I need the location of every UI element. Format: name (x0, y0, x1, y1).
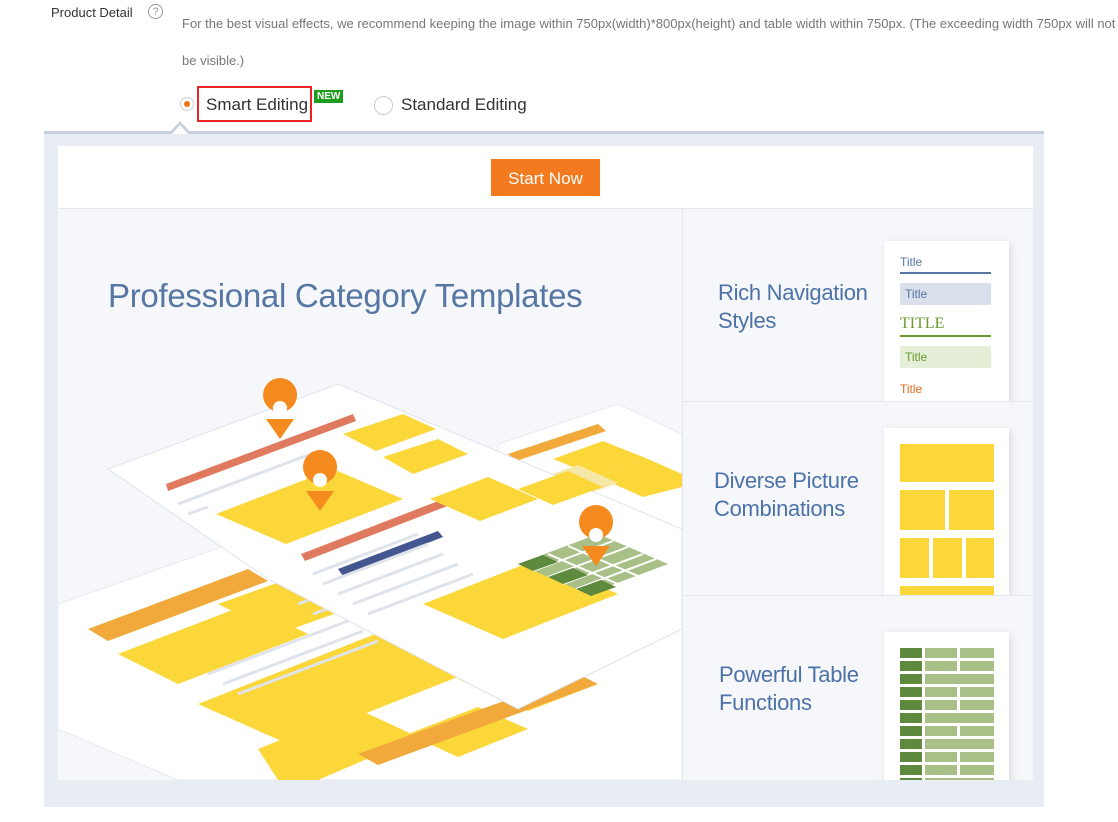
smart-editing-highlight (197, 86, 312, 122)
panel-pointer-inner (172, 125, 188, 134)
feature-picture-combinations: Diverse Picture Combinations (683, 402, 1033, 596)
nav-sample-3: TITLE (900, 315, 945, 332)
feature-title-line1: Diverse Picture (714, 468, 859, 493)
feature-title: Powerful Table Functions (719, 661, 859, 717)
picture-block (900, 586, 994, 595)
picture-block (900, 538, 929, 578)
start-now-button[interactable]: Start Now (491, 159, 600, 196)
picture-block (900, 444, 994, 482)
feature-navigation-styles: Rich Navigation Styles Title Title TITLE… (683, 209, 1033, 402)
picture-combinations-card (884, 428, 1009, 595)
picture-block (966, 538, 994, 578)
nav-sample-underline (900, 272, 991, 274)
category-templates-hero: Professional Category Templates (58, 209, 682, 780)
smart-editing-preview: Start Now Professional Category Template… (58, 146, 1033, 780)
navigation-styles-card: Title Title TITLE Title Title (884, 241, 1009, 401)
picture-block (949, 490, 994, 530)
feature-table-functions: Powerful Table Functions (683, 596, 1033, 780)
table-functions-card (884, 632, 1009, 780)
nav-sample-underline-green (900, 335, 991, 337)
feature-title-line2: Styles (718, 308, 777, 333)
new-badge: NEW (314, 90, 344, 103)
help-icon[interactable]: ? (148, 4, 163, 19)
smart-editing-radio[interactable] (180, 97, 194, 111)
feature-title-line2: Functions (719, 690, 812, 715)
templates-illustration (58, 378, 682, 780)
nav-sample-5: Title (900, 382, 923, 396)
picture-block (900, 490, 945, 530)
feature-title: Rich Navigation Styles (718, 279, 868, 335)
start-bar: Start Now (58, 146, 1033, 209)
nav-sample-2: Title (905, 287, 928, 301)
standard-editing-label[interactable]: Standard Editing (401, 95, 527, 115)
product-detail-label: Product Detail (51, 5, 133, 20)
standard-editing-radio[interactable] (374, 96, 393, 115)
product-detail-hint: For the best visual effects, we recommen… (182, 16, 1116, 68)
nav-sample-1: Title (900, 255, 923, 269)
feature-title-line1: Powerful Table (719, 662, 859, 687)
nav-sample-4: Title (905, 350, 928, 364)
feature-title-line1: Rich Navigation (718, 280, 868, 305)
table-preview (900, 648, 994, 780)
feature-title: Diverse Picture Combinations (714, 467, 859, 523)
feature-title-line2: Combinations (714, 496, 845, 521)
picture-block (933, 538, 962, 578)
